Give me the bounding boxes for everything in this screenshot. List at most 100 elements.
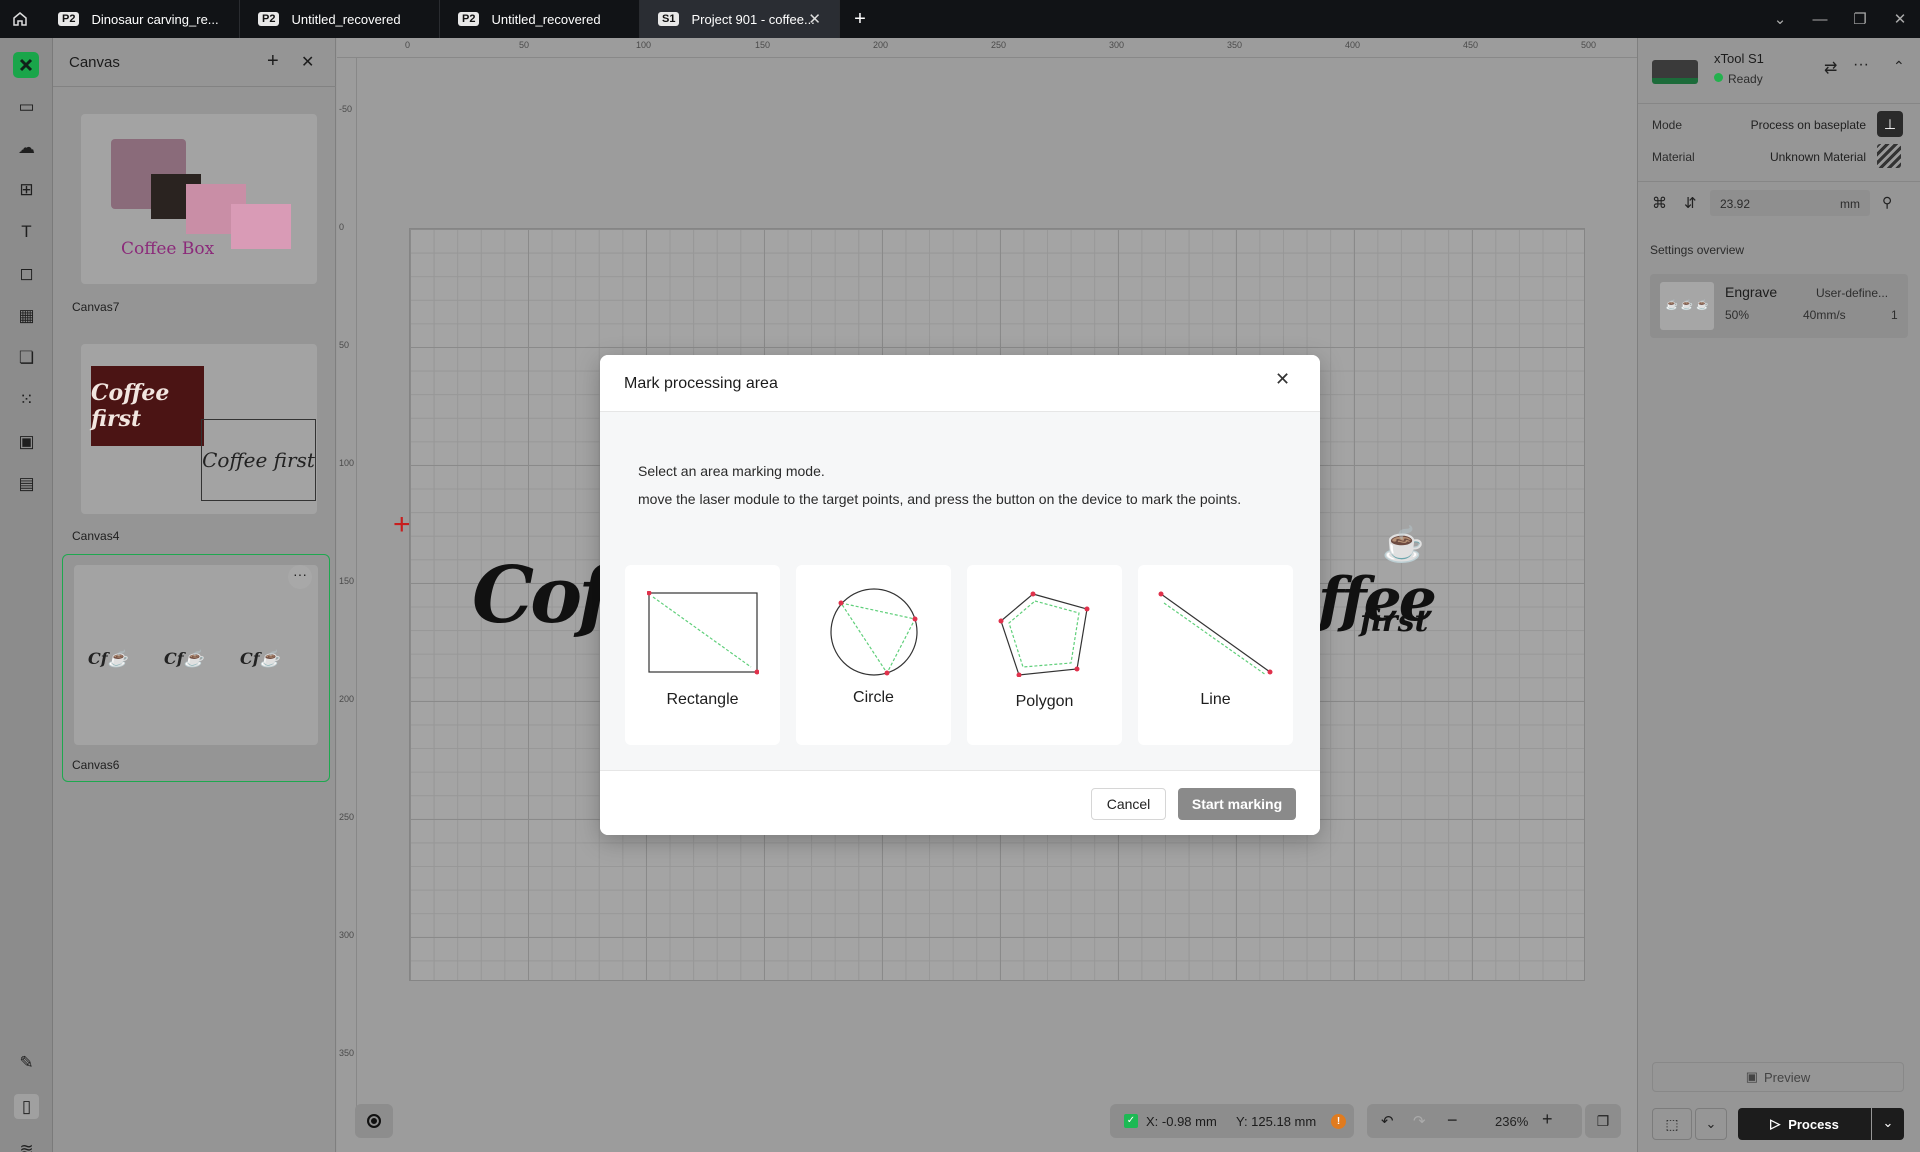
elements-icon[interactable]: ❏ <box>14 345 39 370</box>
dialog-title: Mark processing area <box>624 375 778 392</box>
add-canvas-icon[interactable]: + <box>267 50 279 73</box>
mode-label: Mode <box>1652 118 1683 132</box>
zoom-out-icon[interactable]: − <box>1447 1110 1458 1131</box>
redo-icon[interactable]: ↷ <box>1413 1112 1426 1130</box>
copy-icon[interactable]: ❐ <box>1585 1104 1621 1138</box>
undo-icon[interactable]: ↶ <box>1381 1112 1394 1130</box>
preview-label: Preview <box>1764 1069 1811 1085</box>
add-icon[interactable]: ⊞ <box>14 177 39 202</box>
canvas-label: Canvas6 <box>72 758 120 772</box>
preset-name: User-define... <box>1816 286 1889 300</box>
restore-icon[interactable]: ❐ <box>1840 0 1880 38</box>
autofocus-icon[interactable]: ⚲ <box>1882 194 1892 211</box>
process-button[interactable]: ▷ Process <box>1738 1108 1871 1140</box>
divider <box>1638 103 1920 104</box>
mode-line[interactable]: Line <box>1138 565 1293 745</box>
canvas-panel-title: Canvas <box>69 54 120 71</box>
device-image <box>1652 60 1698 84</box>
device-status: Ready <box>1728 72 1763 86</box>
mode-polygon[interactable]: Polygon <box>967 565 1122 745</box>
shape-icon[interactable]: ◻ <box>14 261 39 286</box>
play-icon: ▷ <box>1770 1116 1781 1131</box>
tab-item-active[interactable]: S1 Project 901 - coffee... ✕ <box>640 0 840 38</box>
mode-circle[interactable]: Circle <box>796 565 951 745</box>
ruler-tick: -50 <box>339 104 353 114</box>
home-icon[interactable] <box>0 0 40 38</box>
mode-rectangle[interactable]: Rectangle <box>625 565 780 745</box>
material-pattern-icon[interactable] <box>1877 144 1901 168</box>
canvas-thumb[interactable]: Coffee first Coffee first <box>71 334 327 526</box>
start-marking-button[interactable]: Start marking <box>1178 788 1296 820</box>
left-toolbar: ▭ ☁ ⊞ T ◻ ▦ ❏ ⁙ ▣ ▤ ✎ ▯ ≋ <box>0 38 53 1152</box>
ruler-tick: 500 <box>1581 40 1597 50</box>
rectangle-mode-icon <box>646 591 759 675</box>
ruler-tick: 50 <box>519 40 530 50</box>
close-dialog-icon[interactable]: ✕ <box>1275 369 1290 390</box>
ruler-tick: 350 <box>1227 40 1243 50</box>
layout-icon[interactable]: ▦ <box>14 303 39 328</box>
canvas-thumb[interactable]: Coffee Box <box>71 104 327 296</box>
y-coordinate: Y: 125.18 mm <box>1236 1114 1317 1129</box>
tab-item[interactable]: P2 Dinosaur carving_re... <box>40 0 240 38</box>
ruler-tick: 250 <box>339 812 355 822</box>
record-button[interactable] <box>355 1104 393 1138</box>
canvas-thumb-selected[interactable]: Cf☕ Cf☕ Cf☕ ··· <box>62 554 330 782</box>
tab-item[interactable]: P2 Untitled_recovered <box>240 0 440 38</box>
ai-icon[interactable]: ▣ <box>14 429 39 454</box>
cloud-upload-icon[interactable]: ☁ <box>14 135 39 160</box>
zoom-in-icon[interactable]: + <box>1542 1109 1553 1130</box>
apps-icon[interactable]: ⁙ <box>14 387 39 412</box>
ruler-tick: 200 <box>339 694 355 704</box>
ruler-tick: 250 <box>991 40 1007 50</box>
pages-icon[interactable]: ▯ <box>14 1094 39 1119</box>
ruler-tick: 350 <box>339 1048 355 1058</box>
baseplate-icon[interactable]: ⊥ <box>1877 111 1903 137</box>
preview-button[interactable]: ▣ Preview <box>1652 1062 1904 1092</box>
zoom-level[interactable]: 236% <box>1495 1114 1528 1129</box>
layers-icon[interactable]: ≋ <box>14 1137 39 1152</box>
ruler-tick: 150 <box>755 40 771 50</box>
canvas-logo-right-sub: first <box>1360 604 1429 639</box>
ruler-tick: 300 <box>339 930 355 940</box>
add-tab-icon[interactable]: + <box>840 0 880 38</box>
switch-device-icon[interactable]: ⇄ <box>1824 58 1837 78</box>
ruler-tick: 200 <box>873 40 889 50</box>
save-icon[interactable]: ▭ <box>14 94 39 119</box>
material-value[interactable]: Unknown Material <box>1746 150 1866 164</box>
settings-card[interactable]: ☕ ☕ ☕ Engrave User-define... 50% 40mm/s … <box>1650 274 1908 338</box>
more-options-icon[interactable]: ··· <box>288 565 312 589</box>
mode-label: Polygon <box>1015 693 1074 710</box>
ruler-tick: 50 <box>339 340 350 350</box>
checkbox-icon[interactable]: ✓ <box>1124 1114 1138 1128</box>
line-mode-icon <box>1158 591 1272 675</box>
focus-icon[interactable]: ⌘ <box>1652 194 1667 212</box>
frame-dropdown-icon[interactable]: ⌄ <box>1695 1108 1727 1140</box>
app-logo-icon[interactable] <box>13 52 39 78</box>
close-window-icon[interactable]: ✕ <box>1880 0 1920 38</box>
close-tab-icon[interactable]: ✕ <box>808 10 821 28</box>
preview-box-image <box>231 204 291 249</box>
cancel-button[interactable]: Cancel <box>1091 788 1166 820</box>
close-panel-icon[interactable]: ✕ <box>301 52 314 72</box>
pen-tool-icon[interactable]: ✎ <box>14 1050 39 1075</box>
speed-value: 40mm/s <box>1803 308 1846 322</box>
tab-bar: P2 Dinosaur carving_re... P2 Untitled_re… <box>0 0 1920 38</box>
minimize-icon[interactable]: — <box>1800 0 1840 38</box>
ruler-top: 0 50 100 150 200 250 300 350 400 450 500 <box>337 38 1637 58</box>
preview-icon: ▣ <box>1745 1069 1759 1084</box>
text-icon[interactable]: T <box>14 219 39 244</box>
height-measure-icon[interactable]: ⇵ <box>1684 194 1697 212</box>
mode-value[interactable]: Process on baseplate <box>1746 118 1866 132</box>
process-dropdown-icon[interactable]: ⌄ <box>1872 1108 1904 1140</box>
process-type: Engrave <box>1725 284 1778 300</box>
more-icon[interactable]: ··· <box>1853 56 1869 74</box>
canvas-label: Canvas4 <box>72 529 120 543</box>
ruler-tick: 150 <box>339 576 355 586</box>
warning-icon[interactable]: ! <box>1331 1114 1346 1129</box>
tab-item[interactable]: P2 Untitled_recovered <box>440 0 640 38</box>
folder-icon[interactable]: ▤ <box>14 471 39 496</box>
frame-select-icon[interactable]: ⬚ <box>1652 1108 1692 1140</box>
chevron-down-icon[interactable]: ⌄ <box>1760 0 1800 38</box>
dialog-header: Mark processing area ✕ <box>600 355 1320 412</box>
collapse-icon[interactable]: ⌃ <box>1893 58 1905 75</box>
